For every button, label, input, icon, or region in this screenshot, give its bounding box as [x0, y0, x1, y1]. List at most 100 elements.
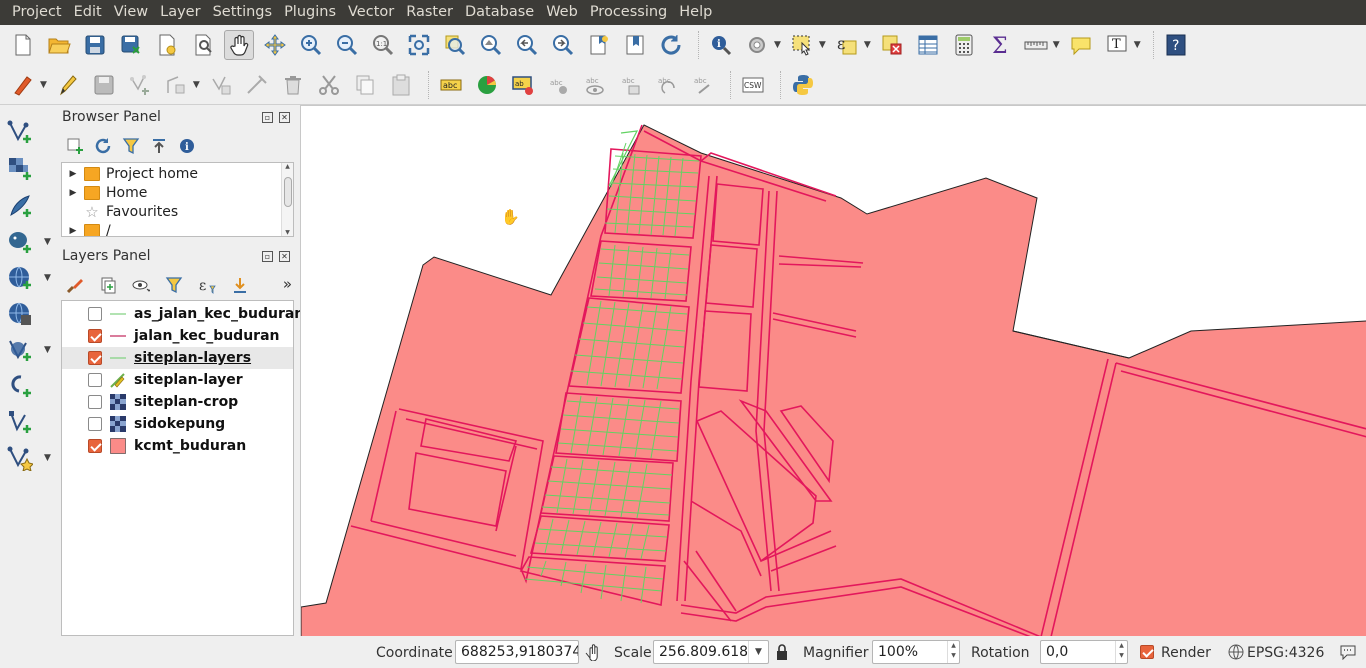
- browser-scrollbar[interactable]: ▲ ▼: [281, 163, 293, 236]
- composer-manager-icon[interactable]: [188, 30, 218, 60]
- layer-item-siteplan-layers[interactable]: siteplan-layers: [62, 347, 293, 369]
- pan-map-icon[interactable]: [224, 30, 254, 60]
- add-wfs-layer-icon[interactable]: [6, 336, 34, 364]
- refresh-browser-icon[interactable]: [94, 137, 112, 155]
- magnifier-spinbox[interactable]: 100% ▲ ▼: [872, 640, 960, 664]
- layer-styling-icon[interactable]: [62, 274, 88, 296]
- add-spatialite-layer-icon[interactable]: [6, 372, 34, 400]
- move-label-icon[interactable]: abc: [580, 70, 610, 100]
- scale-combo[interactable]: 256.809.618 ▼: [653, 640, 769, 664]
- statistics-icon[interactable]: Σ: [985, 30, 1015, 60]
- more-tools-button[interactable]: »: [283, 275, 292, 293]
- add-wcs-layer-icon[interactable]: [6, 300, 34, 328]
- layer-item-as-jalan-kec-buduran[interactable]: as_jalan_kec_buduran: [62, 303, 304, 325]
- zoom-to-layer-icon[interactable]: [476, 30, 506, 60]
- show-hide-labels-icon[interactable]: abc: [544, 70, 574, 100]
- menu-plugins[interactable]: Plugins: [278, 0, 342, 25]
- change-label-icon[interactable]: abc: [652, 70, 682, 100]
- zoom-to-selection-icon[interactable]: [440, 30, 470, 60]
- new-shapefile-layer-icon[interactable]: [6, 444, 34, 472]
- zoom-next-icon[interactable]: [548, 30, 578, 60]
- menu-vector[interactable]: Vector: [342, 0, 400, 25]
- rotate-label-icon[interactable]: abc: [616, 70, 646, 100]
- node-tool-2-icon[interactable]: [242, 70, 272, 100]
- map-tips-icon[interactable]: [1066, 30, 1096, 60]
- menu-help[interactable]: Help: [673, 0, 718, 25]
- action-icon[interactable]: [742, 30, 772, 60]
- cut-features-icon[interactable]: [314, 70, 344, 100]
- python-console-icon[interactable]: [788, 70, 818, 100]
- browser-item-root[interactable]: ▶ /: [62, 221, 111, 236]
- help-icon[interactable]: ?: [1161, 30, 1191, 60]
- select-dropdown-icon[interactable]: ▼: [819, 40, 826, 50]
- new-bookmark-icon[interactable]: [584, 30, 614, 60]
- browser-item-favourites[interactable]: ☆ Favourites: [62, 202, 178, 221]
- toggle-editing-icon[interactable]: [53, 70, 83, 100]
- pan-to-selection-icon[interactable]: [260, 30, 290, 60]
- menu-settings[interactable]: Settings: [207, 0, 278, 25]
- expand-arrow-icon[interactable]: ▶: [62, 188, 84, 198]
- add-wms-layer-icon[interactable]: [6, 264, 34, 292]
- current-edits-dropdown-icon[interactable]: ▼: [40, 80, 47, 90]
- expand-arrow-icon[interactable]: ▶: [62, 169, 84, 179]
- layer-visibility-checkbox[interactable]: [88, 373, 102, 387]
- add-raster-layer-icon[interactable]: [6, 155, 34, 183]
- move-feature-icon[interactable]: [161, 70, 191, 100]
- menu-processing[interactable]: Processing: [584, 0, 673, 25]
- filter-browser-icon[interactable]: [122, 137, 140, 155]
- filter-legend-icon[interactable]: [161, 274, 187, 296]
- layers-panel-float-icon[interactable]: ▫: [262, 251, 273, 262]
- crs-label[interactable]: EPSG:4326: [1247, 645, 1324, 661]
- deselect-all-icon[interactable]: [877, 30, 907, 60]
- annotation-dropdown-icon[interactable]: ▼: [1134, 40, 1141, 50]
- crs-globe-icon[interactable]: [1228, 644, 1244, 664]
- menu-view[interactable]: View: [108, 0, 154, 25]
- node-tool-icon[interactable]: [206, 70, 236, 100]
- menu-raster[interactable]: Raster: [400, 0, 459, 25]
- expand-arrow-icon[interactable]: ▶: [62, 226, 84, 236]
- new-layer-dropdown-icon[interactable]: ▼: [44, 453, 51, 463]
- add-group-icon[interactable]: [95, 274, 121, 296]
- collapse-all-icon[interactable]: [150, 137, 168, 155]
- zoom-in-icon[interactable]: [296, 30, 326, 60]
- layer-visibility-checkbox[interactable]: [88, 439, 102, 453]
- layer-visibility-checkbox[interactable]: [88, 329, 102, 343]
- layer-item-jalan-kec-buduran[interactable]: jalan_kec_buduran: [62, 325, 293, 347]
- text-annotation-icon[interactable]: T: [1102, 30, 1132, 60]
- menu-edit[interactable]: Edit: [68, 0, 108, 25]
- magnifier-spin-icon[interactable]: ▲ ▼: [947, 641, 959, 663]
- refresh-icon[interactable]: [656, 30, 686, 60]
- scroll-down-icon[interactable]: ▼: [282, 229, 293, 236]
- coordinate-field[interactable]: 688253,9180374: [455, 640, 579, 664]
- menu-layer[interactable]: Layer: [154, 0, 206, 25]
- scale-dropdown-icon[interactable]: ▼: [748, 641, 768, 663]
- expression-dropdown-icon[interactable]: ▼: [864, 40, 871, 50]
- move-feature-dropdown-icon[interactable]: ▼: [193, 80, 200, 90]
- expand-all-icon[interactable]: [227, 274, 253, 296]
- measure-icon[interactable]: [1021, 30, 1051, 60]
- action-dropdown-icon[interactable]: ▼: [774, 40, 781, 50]
- delete-selected-icon[interactable]: [278, 70, 308, 100]
- scroll-up-icon[interactable]: ▲: [282, 163, 293, 170]
- current-edits-icon[interactable]: [8, 70, 38, 100]
- properties-info-icon[interactable]: i: [178, 137, 196, 155]
- menu-project[interactable]: Project: [6, 0, 68, 25]
- save-project-icon[interactable]: [80, 30, 110, 60]
- add-feature-icon[interactable]: [125, 70, 155, 100]
- manage-visibility-icon[interactable]: [128, 274, 154, 296]
- layer-visibility-checkbox[interactable]: [88, 351, 102, 365]
- layer-item-sidokepung[interactable]: sidokepung: [62, 413, 293, 435]
- zoom-native-icon[interactable]: 1:1: [368, 30, 398, 60]
- browser-item-home[interactable]: ▶ Home: [62, 183, 148, 202]
- rotation-spin-icon[interactable]: ▲ ▼: [1115, 641, 1127, 663]
- layer-item-siteplan-crop[interactable]: siteplan-crop: [62, 391, 293, 413]
- messages-icon[interactable]: [1339, 644, 1357, 664]
- browser-panel-close-icon[interactable]: ✕: [279, 112, 290, 123]
- layers-panel-close-icon[interactable]: ✕: [279, 251, 290, 262]
- rotation-spinbox[interactable]: 0,0 ▲ ▼: [1040, 640, 1128, 664]
- csw-search-icon[interactable]: CSW: [738, 70, 768, 100]
- render-checkbox[interactable]: [1140, 645, 1154, 659]
- menu-web[interactable]: Web: [540, 0, 584, 25]
- add-postgis-layer-icon[interactable]: [6, 228, 34, 256]
- wms-dropdown-icon[interactable]: ▼: [44, 273, 51, 283]
